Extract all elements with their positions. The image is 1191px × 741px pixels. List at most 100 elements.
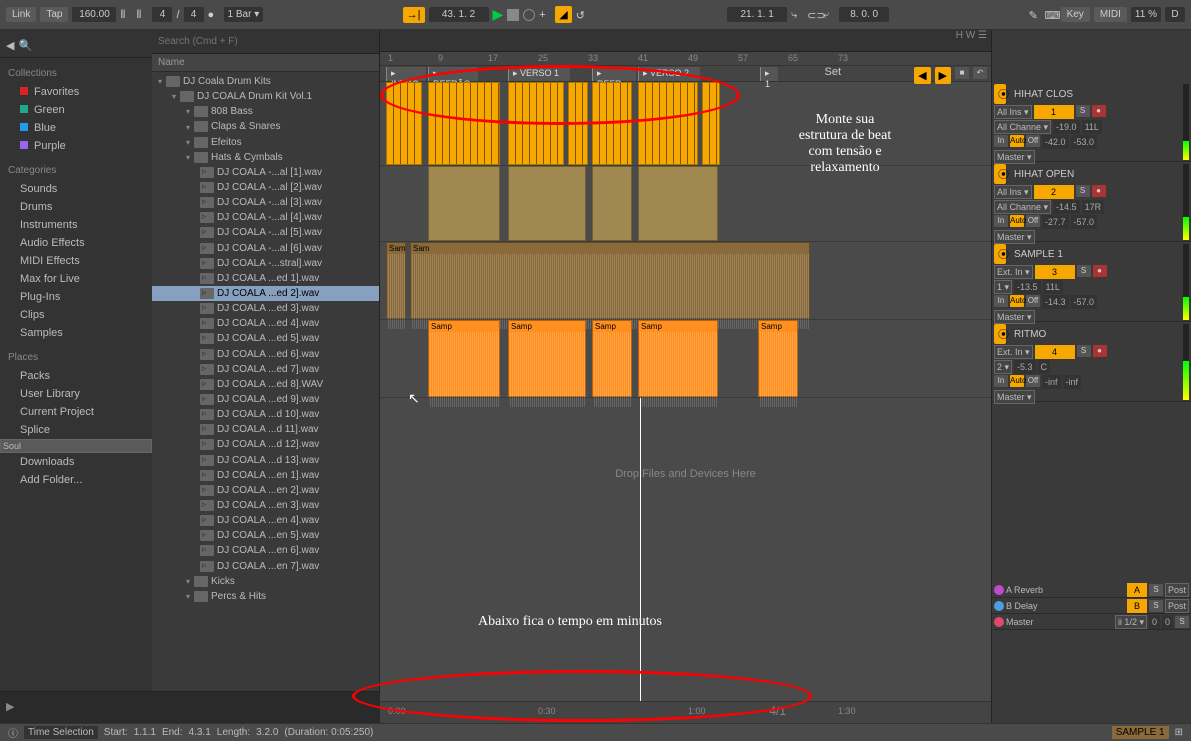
- file-item[interactable]: DJ COALA ...ed 1].wav: [152, 271, 379, 286]
- category-item[interactable]: Sounds: [0, 180, 152, 198]
- arm-button[interactable]: ●: [1093, 345, 1107, 357]
- place-item[interactable]: Downloads: [0, 453, 152, 471]
- arrangement-overview[interactable]: H W ☰: [380, 30, 991, 52]
- clip[interactable]: Samp: [592, 320, 632, 397]
- keyboard-icon[interactable]: ⌨: [1045, 9, 1057, 21]
- return-letter[interactable]: B: [1127, 599, 1147, 613]
- file-item[interactable]: DJ COALA ...d 10].wav: [152, 407, 379, 422]
- solo-button[interactable]: S: [1076, 105, 1090, 117]
- file-item[interactable]: DJ COALA ...ed 7].wav: [152, 362, 379, 377]
- place-item[interactable]: Current Project: [0, 403, 152, 421]
- track-volume[interactable]: -19.0: [1053, 120, 1080, 134]
- clip[interactable]: [638, 166, 718, 241]
- category-item[interactable]: Max for Live: [0, 270, 152, 288]
- input-type[interactable]: All Ins ▾: [994, 185, 1032, 199]
- file-item[interactable]: DJ COALA ...en 2].wav: [152, 483, 379, 498]
- bar-ruler[interactable]: 191725334149576573: [380, 52, 991, 66]
- back-to-arrangement[interactable]: ↶: [973, 67, 987, 79]
- folder-item[interactable]: ▾Hats & Cymbals: [152, 150, 379, 165]
- solo-button[interactable]: S: [1175, 616, 1189, 628]
- input-channel[interactable]: All Channe ▾: [994, 200, 1051, 214]
- input-channel[interactable]: 1 ▾: [994, 280, 1012, 294]
- track-name[interactable]: HIHAT OPEN: [1010, 167, 1078, 182]
- cue-out[interactable]: ii 1/2 ▾: [1115, 615, 1147, 629]
- return-name[interactable]: B Delay: [1006, 601, 1038, 611]
- track-name[interactable]: RITMO: [1010, 327, 1050, 342]
- master-pan[interactable]: 0: [1162, 615, 1173, 629]
- punch-out-icon[interactable]: ⤶: [823, 9, 835, 21]
- locator-marker[interactable]: ▸ VERSO 2: [638, 67, 700, 81]
- automation-arm[interactable]: ◢: [555, 6, 571, 23]
- file-item[interactable]: DJ COALA ...ed 9].wav: [152, 392, 379, 407]
- folder-item[interactable]: ▾DJ Coala Drum Kits: [152, 74, 379, 89]
- loop-start[interactable]: 21. 1. 1: [727, 7, 787, 22]
- w-button[interactable]: W: [966, 30, 975, 41]
- category-item[interactable]: Instruments: [0, 216, 152, 234]
- link-button[interactable]: Link: [6, 7, 36, 22]
- file-item[interactable]: DJ COALA ...ed 2].wav: [152, 286, 379, 301]
- folder-item[interactable]: ▾Kicks: [152, 574, 379, 589]
- category-item[interactable]: Drums: [0, 198, 152, 216]
- category-item[interactable]: Clips: [0, 306, 152, 324]
- place-item[interactable]: Splice: [0, 421, 152, 439]
- clip[interactable]: [428, 166, 500, 241]
- monitor-in[interactable]: In: [994, 135, 1008, 147]
- file-item[interactable]: DJ COALA ...ed 4].wav: [152, 316, 379, 331]
- preview-play-icon[interactable]: ▶: [6, 700, 14, 713]
- track-number[interactable]: 4: [1035, 345, 1075, 359]
- file-item[interactable]: DJ COALA -...al [6].wav: [152, 241, 379, 256]
- input-type[interactable]: All Ins ▾: [994, 105, 1032, 119]
- collapse-icon[interactable]: ◀: [6, 39, 14, 52]
- file-item[interactable]: DJ COALA ...ed 8].WAV: [152, 377, 379, 392]
- track-activator[interactable]: ⦿: [994, 244, 1006, 264]
- tap-button[interactable]: Tap: [40, 7, 68, 22]
- file-item[interactable]: DJ COALA -...al [4].wav: [152, 210, 379, 225]
- locator-marker[interactable]: ▸ REFRÃO: [428, 67, 478, 81]
- clip[interactable]: Sam: [410, 242, 810, 319]
- midi-map-button[interactable]: MIDI: [1094, 7, 1127, 22]
- track-volume[interactable]: -5.3: [1014, 360, 1036, 374]
- file-item[interactable]: DJ COALA -...al [5].wav: [152, 225, 379, 240]
- file-item[interactable]: DJ COALA ...ed 6].wav: [152, 347, 379, 362]
- clip[interactable]: [638, 82, 698, 165]
- file-item[interactable]: DJ COALA ...en 3].wav: [152, 498, 379, 513]
- follow-button[interactable]: →|: [403, 7, 425, 23]
- h-button[interactable]: H: [956, 30, 963, 41]
- clip[interactable]: [592, 166, 632, 241]
- master-track[interactable]: Masterii 1/2 ▾00S: [992, 614, 1191, 630]
- preview-player[interactable]: ▶: [0, 691, 380, 723]
- song-position[interactable]: 43. 1. 2: [429, 7, 489, 22]
- track-header[interactable]: ⦿HIHAT OPENAll Ins ▾2S●All Channe ▾-14.5…: [992, 162, 1191, 242]
- track-number[interactable]: 1: [1034, 105, 1074, 119]
- track-volume[interactable]: -13.5: [1014, 280, 1041, 294]
- sig-den[interactable]: 4: [184, 7, 204, 22]
- clip[interactable]: [428, 82, 500, 165]
- arm-button[interactable]: ●: [1092, 105, 1106, 117]
- file-item[interactable]: DJ COALA ...ed 5].wav: [152, 331, 379, 346]
- nudge-up-icon[interactable]: ⦀: [136, 9, 148, 21]
- category-item[interactable]: Audio Effects: [0, 234, 152, 252]
- sig-num[interactable]: 4: [152, 7, 172, 22]
- place-item[interactable]: User Library: [0, 385, 152, 403]
- clip[interactable]: Samp: [508, 320, 586, 397]
- track-header[interactable]: ⦿HIHAT CLOSAll Ins ▾1S●All Channe ▾-19.0…: [992, 82, 1191, 162]
- track-number[interactable]: 3: [1035, 265, 1075, 279]
- play-button[interactable]: ▶: [493, 6, 504, 23]
- clip[interactable]: [568, 82, 588, 165]
- file-item[interactable]: DJ COALA -...stral].wav: [152, 256, 379, 271]
- punch-in-icon[interactable]: ⤷: [791, 9, 803, 21]
- monitor-off[interactable]: Off: [1026, 375, 1040, 387]
- locator-marker[interactable]: ▸ VERSO 1: [508, 67, 570, 81]
- track-activator[interactable]: ⦿: [994, 84, 1006, 104]
- track-lane[interactable]: [380, 82, 991, 166]
- detail-view-icon[interactable]: ⊞: [1175, 727, 1183, 738]
- file-item[interactable]: DJ COALA ...en 1].wav: [152, 468, 379, 483]
- track-lane[interactable]: [380, 166, 991, 242]
- track-header[interactable]: ⦿RITMOExt. In ▾4S●2 ▾-5.3CInAutoOff-inf-…: [992, 322, 1191, 402]
- clip[interactable]: Samp: [758, 320, 798, 397]
- file-item[interactable]: DJ COALA -...al [1].wav: [152, 165, 379, 180]
- clip[interactable]: Samp: [428, 320, 500, 397]
- track-pan[interactable]: 17R: [1082, 200, 1105, 214]
- menu-icon[interactable]: ☰: [978, 30, 987, 41]
- track-activator[interactable]: ⦿: [994, 324, 1006, 344]
